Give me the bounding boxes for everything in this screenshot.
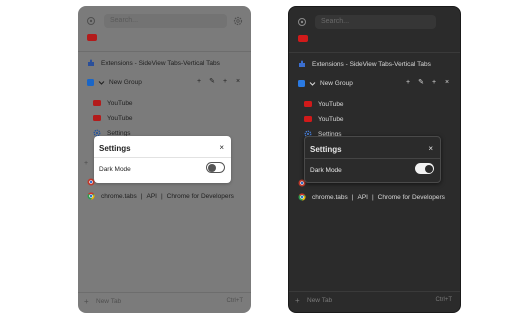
close-button[interactable]: × bbox=[219, 143, 224, 152]
dialog-title: Settings bbox=[99, 144, 131, 153]
puzzle-icon bbox=[88, 59, 94, 66]
close-icon[interactable]: × bbox=[444, 79, 450, 86]
new-tab-label: New Tab bbox=[96, 297, 122, 305]
chevron-down-icon[interactable] bbox=[309, 80, 316, 87]
search-bar: Search... bbox=[84, 13, 245, 29]
pinned-youtube-icon[interactable] bbox=[87, 34, 97, 41]
toggle-knob bbox=[208, 163, 216, 172]
chrome-icon bbox=[87, 192, 95, 200]
tab-chrome-tabs[interactable]: chrome.tabs | API | Chrome for Developer… bbox=[289, 190, 460, 204]
separator: | bbox=[351, 193, 354, 201]
new-tab-button[interactable]: + New Tab Ctrl+T bbox=[295, 294, 452, 306]
tab-chrome-tabs[interactable]: chrome.tabs | API | Chrome for Developer… bbox=[78, 189, 251, 203]
chevron-down-icon[interactable] bbox=[98, 79, 105, 86]
pinned-youtube-icon[interactable] bbox=[298, 35, 308, 42]
tab-title-part: API bbox=[357, 193, 368, 201]
dark-mode-toggle[interactable] bbox=[206, 162, 225, 173]
group-color-square bbox=[87, 78, 94, 86]
toggle-knob bbox=[424, 164, 433, 173]
divider bbox=[289, 52, 460, 53]
gear-icon[interactable] bbox=[233, 16, 243, 26]
tab-title: YouTube bbox=[107, 99, 133, 107]
add-tab-icon[interactable]: + bbox=[405, 79, 411, 86]
close-button[interactable]: × bbox=[428, 144, 433, 153]
youtube-icon bbox=[304, 116, 312, 122]
puzzle-icon bbox=[299, 60, 305, 67]
dark-mode-label: Dark Mode bbox=[310, 167, 342, 174]
new-tab-label: New Tab bbox=[307, 296, 333, 304]
tab-title-part: API bbox=[146, 192, 157, 200]
tab-extensions[interactable]: Extensions - SideView Tabs-Vertical Tabs bbox=[289, 57, 460, 71]
divider bbox=[94, 157, 231, 158]
search-bar: Search... bbox=[295, 14, 454, 30]
tab-title-part: chrome.tabs bbox=[312, 193, 348, 201]
dark-mode-label: Dark Mode bbox=[99, 166, 131, 173]
edit-icon[interactable]: ✎ bbox=[418, 79, 424, 86]
group-name: New Group bbox=[320, 79, 353, 87]
tab-youtube[interactable]: YouTube bbox=[78, 96, 251, 110]
tab-title-part: Chrome for Developers bbox=[377, 193, 445, 201]
plus-icon: + bbox=[84, 296, 89, 306]
new-tab-button[interactable]: + New Tab Ctrl+T bbox=[84, 295, 243, 307]
group-actions: + ✎ + × bbox=[196, 78, 241, 85]
group-name: New Group bbox=[109, 78, 142, 86]
settings-dialog: Settings × Dark Mode bbox=[304, 136, 441, 183]
tab-extensions[interactable]: Extensions - SideView Tabs-Vertical Tabs bbox=[78, 56, 251, 70]
shortcut-hint: Ctrl+T bbox=[435, 297, 453, 303]
tab-youtube[interactable]: YouTube bbox=[289, 97, 460, 111]
add-tab-icon[interactable]: + bbox=[196, 78, 202, 85]
settings-gear-icon[interactable] bbox=[297, 17, 307, 27]
tab-title-part: Chrome for Developers bbox=[166, 192, 234, 200]
add-icon[interactable]: + bbox=[431, 79, 437, 86]
youtube-icon bbox=[93, 100, 101, 106]
search-input[interactable]: Search... bbox=[104, 14, 227, 28]
tab-title: Extensions - SideView Tabs-Vertical Tabs bbox=[101, 59, 220, 67]
chrome-icon bbox=[298, 193, 306, 201]
dialog-title: Settings bbox=[310, 145, 342, 154]
plus-icon: + bbox=[295, 295, 300, 305]
search-input[interactable]: Search... bbox=[315, 15, 436, 29]
divider bbox=[78, 51, 251, 52]
divider bbox=[78, 292, 251, 293]
tab-title-part: chrome.tabs bbox=[101, 192, 137, 200]
add-icon[interactable]: + bbox=[222, 78, 228, 85]
youtube-icon bbox=[93, 115, 101, 121]
tab-title: Extensions - SideView Tabs-Vertical Tabs bbox=[312, 60, 431, 68]
shortcut-hint: Ctrl+T bbox=[226, 298, 244, 304]
tab-group-header[interactable]: New Group + ✎ + × bbox=[78, 75, 251, 89]
separator: | bbox=[140, 192, 143, 200]
divider bbox=[289, 291, 460, 292]
group-color-square bbox=[298, 79, 305, 87]
tab-youtube[interactable]: YouTube bbox=[289, 112, 460, 126]
youtube-icon bbox=[304, 101, 312, 107]
settings-gear-icon[interactable] bbox=[86, 16, 96, 26]
separator: | bbox=[371, 193, 374, 201]
settings-dialog: Settings × Dark Mode bbox=[94, 136, 231, 183]
tab-group-header[interactable]: New Group + ✎ + × bbox=[289, 76, 460, 90]
tab-title: YouTube bbox=[318, 100, 344, 108]
group-actions: + ✎ + × bbox=[405, 79, 450, 86]
separator: | bbox=[160, 192, 163, 200]
tab-title: YouTube bbox=[107, 114, 133, 122]
tab-title: YouTube bbox=[318, 115, 344, 123]
edit-icon[interactable]: ✎ bbox=[209, 78, 215, 85]
add-icon[interactable]: + bbox=[84, 160, 88, 167]
divider bbox=[305, 158, 440, 159]
dark-mode-toggle[interactable] bbox=[415, 163, 434, 174]
tab-youtube[interactable]: YouTube bbox=[78, 111, 251, 125]
close-icon[interactable]: × bbox=[235, 78, 241, 85]
